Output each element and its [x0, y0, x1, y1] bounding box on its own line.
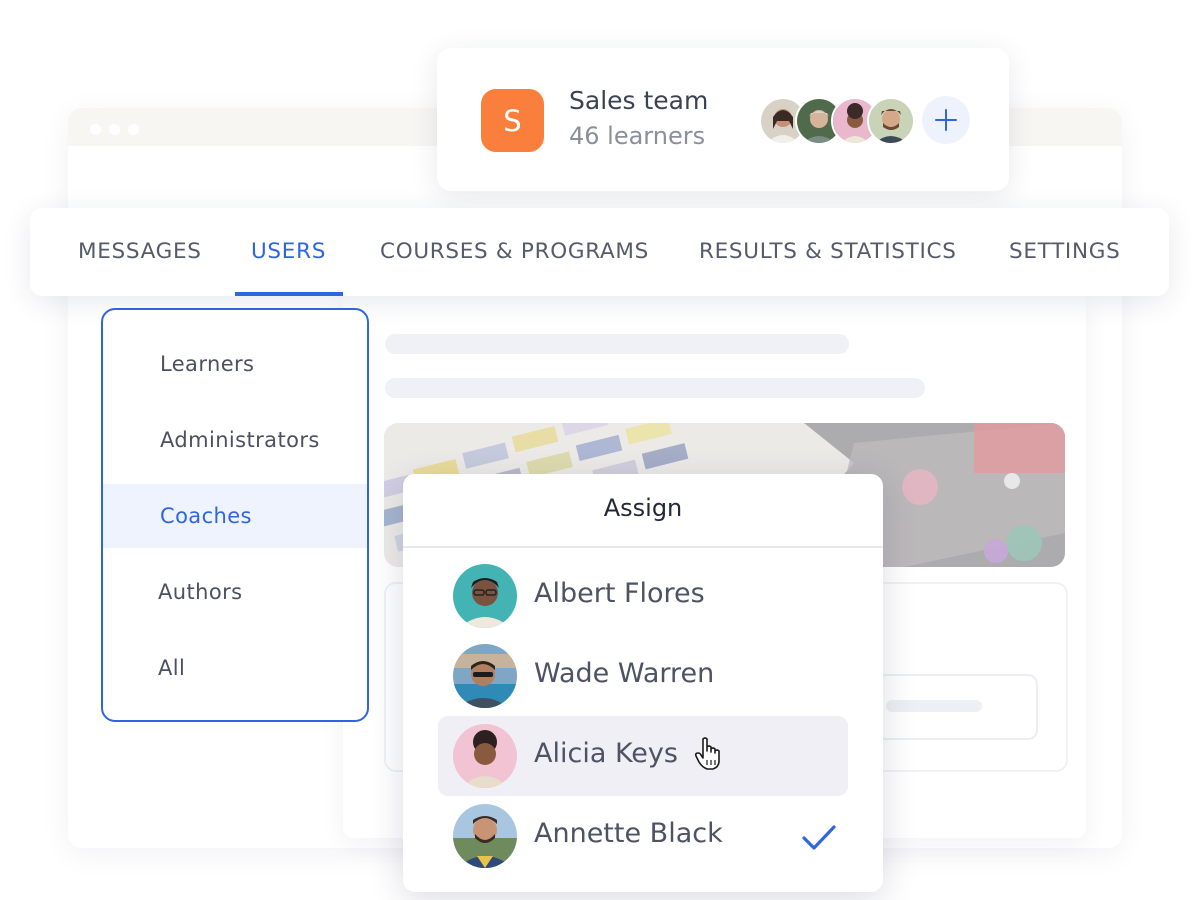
person-name: Wade Warren: [534, 658, 715, 689]
menu-item-all[interactable]: All: [103, 636, 367, 700]
assign-option-alicia-keys[interactable]: Alicia Keys: [438, 716, 848, 796]
skeleton-line: [385, 334, 849, 354]
assign-option-wade-warren[interactable]: Wade Warren: [438, 636, 848, 716]
main-navigation: MESSAGES USERS COURSES & PROGRAMS RESULT…: [30, 208, 1169, 296]
active-tab-indicator: [235, 292, 343, 296]
skeleton-line: [385, 378, 925, 398]
avatar: [453, 644, 517, 708]
tab-settings[interactable]: SETTINGS: [1009, 239, 1120, 264]
assign-title: Assign: [603, 494, 683, 522]
menu-item-label: Administrators: [160, 428, 320, 452]
person-name: Annette Black: [534, 818, 723, 849]
hand-pointer-cursor-icon: [694, 737, 720, 770]
tab-results-statistics[interactable]: RESULTS & STATISTICS: [699, 239, 957, 264]
person-name: Alicia Keys: [534, 738, 678, 769]
tab-messages[interactable]: MESSAGES: [78, 239, 202, 264]
window-dot: [128, 124, 139, 135]
person-name: Albert Flores: [534, 578, 705, 609]
add-member-button[interactable]: [922, 96, 970, 144]
team-avatar: S: [481, 89, 544, 152]
avatar: [453, 804, 517, 868]
tab-users[interactable]: USERS: [251, 239, 326, 264]
user-role-menu: Learners Administrators Coaches Authors …: [101, 308, 369, 722]
plus-icon: [935, 109, 957, 131]
menu-item-coaches[interactable]: Coaches: [103, 484, 367, 548]
skeleton-line: [886, 700, 982, 712]
avatar: [453, 724, 517, 788]
menu-item-label: All: [158, 656, 186, 680]
window-dot: [90, 124, 101, 135]
menu-item-label: Learners: [160, 352, 255, 376]
assign-dropdown: Assign Albert Flores Wade Warren Alicia …: [403, 474, 883, 892]
menu-item-administrators[interactable]: Administrators: [103, 408, 367, 472]
divider: [403, 546, 883, 548]
menu-item-label: Authors: [158, 580, 243, 604]
window-dot: [109, 124, 120, 135]
team-learner-count: 46 learners: [569, 122, 706, 150]
menu-item-authors[interactable]: Authors: [103, 560, 367, 624]
tab-courses-programs[interactable]: COURSES & PROGRAMS: [380, 239, 649, 264]
menu-item-label: Coaches: [160, 504, 252, 528]
menu-item-learners[interactable]: Learners: [103, 332, 367, 396]
assign-option-albert-flores[interactable]: Albert Flores: [438, 556, 848, 636]
content-field: [876, 674, 1038, 740]
team-name: Sales team: [569, 86, 709, 115]
team-card[interactable]: S Sales team 46 learners: [437, 48, 1009, 191]
avatar: [453, 564, 517, 628]
assign-option-annette-black[interactable]: Annette Black: [438, 796, 848, 876]
check-icon: [802, 825, 836, 850]
member-avatar: [867, 97, 915, 145]
